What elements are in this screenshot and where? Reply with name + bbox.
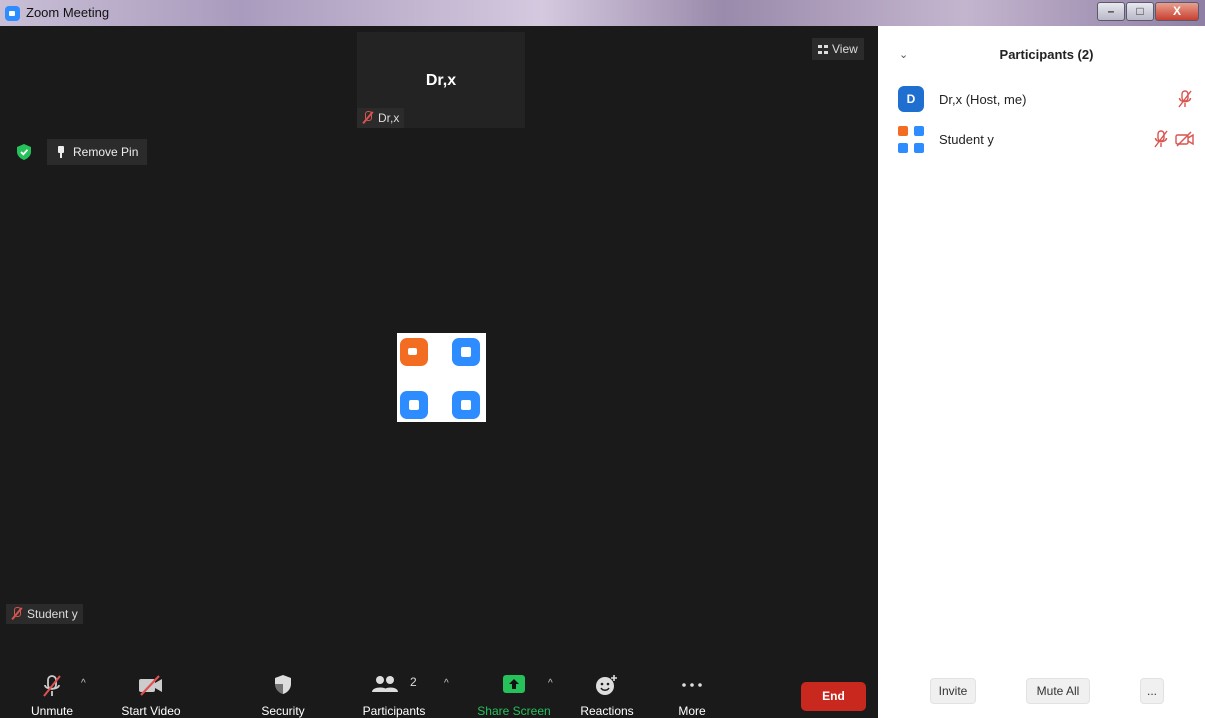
microphone-muted-icon bbox=[43, 675, 61, 697]
security-shield-icon bbox=[275, 675, 291, 694]
participant-name: Dr,x (Host, me) bbox=[939, 92, 1027, 107]
thumbnail-label: Dr,x bbox=[378, 111, 400, 125]
thumbnail-display-name: Dr,x bbox=[425, 72, 457, 89]
mute-all-button[interactable]: Mute All bbox=[1026, 678, 1090, 704]
encryption-shield-icon[interactable] bbox=[17, 144, 31, 160]
maximize-icon: □ bbox=[1136, 4, 1144, 18]
participants-button[interactable]: 2 Participants bbox=[356, 666, 432, 718]
participant-row[interactable]: Student y bbox=[878, 126, 1205, 162]
start-video-label: Start Video bbox=[121, 704, 181, 718]
close-button[interactable]: X bbox=[1155, 2, 1199, 21]
participant-mic-muted-icon[interactable] bbox=[1153, 130, 1169, 148]
pin-icon bbox=[56, 146, 66, 158]
participants-options-chevron-icon[interactable]: ^ bbox=[444, 678, 449, 689]
meeting-toolbar: Unmute ^ Start Video Security 2 Particip… bbox=[0, 666, 878, 718]
security-label: Security bbox=[261, 704, 305, 718]
video-thumbnail-drx[interactable]: Dr,x Dr,x bbox=[357, 32, 525, 128]
mic-muted-icon bbox=[362, 111, 374, 125]
end-meeting-button[interactable]: End bbox=[801, 682, 866, 711]
more-label: More bbox=[678, 704, 706, 718]
remove-pin-label: Remove Pin bbox=[73, 145, 139, 159]
view-button[interactable]: View bbox=[812, 38, 864, 60]
maximize-button[interactable]: □ bbox=[1126, 2, 1154, 21]
schedule-tile bbox=[400, 391, 428, 419]
view-button-label: View bbox=[832, 42, 858, 56]
video-off-icon bbox=[139, 675, 162, 696]
participant-row[interactable]: D Dr,x (Host, me) bbox=[878, 86, 1205, 122]
window-controls: – □ X bbox=[1096, 2, 1199, 21]
share-options-chevron-icon[interactable]: ^ bbox=[548, 678, 553, 689]
thumbnail-name-tag: Dr,x bbox=[357, 108, 405, 128]
participant-mic-muted-icon[interactable] bbox=[1177, 90, 1193, 108]
participant-video-off-icon bbox=[1175, 131, 1194, 147]
pinned-participant-name-tag: Student y bbox=[6, 604, 83, 624]
upload-icon bbox=[461, 400, 471, 410]
pinned-participant-label: Student y bbox=[27, 607, 78, 621]
more-options-button[interactable]: ... bbox=[1140, 678, 1164, 704]
participants-panel-title: Participants (2) bbox=[999, 47, 1094, 62]
gallery-view-icon bbox=[818, 44, 828, 54]
participants-panel: ⌄ Participants (2) D Dr,x (Host, me) Stu… bbox=[878, 26, 1205, 718]
new-meeting-tile bbox=[400, 338, 428, 366]
minimize-button[interactable]: – bbox=[1097, 2, 1125, 21]
join-tile bbox=[452, 338, 480, 366]
mic-muted-icon bbox=[11, 607, 23, 621]
reactions-smiley-icon bbox=[596, 675, 617, 695]
more-dots-icon bbox=[682, 683, 702, 687]
reactions-button[interactable]: Reactions bbox=[573, 666, 641, 718]
remove-pin-button[interactable]: Remove Pin bbox=[47, 139, 148, 165]
share-screen-label: Share Screen bbox=[477, 704, 551, 718]
audio-options-chevron-icon[interactable]: ^ bbox=[81, 678, 86, 689]
avatar: D bbox=[898, 86, 924, 112]
minimize-icon: – bbox=[1107, 4, 1115, 18]
unmute-button[interactable]: Unmute bbox=[22, 666, 82, 718]
more-button[interactable]: More bbox=[662, 666, 722, 718]
zoom-window: Zoom Meeting – □ X Dr,x Dr,x View Remove… bbox=[0, 0, 1205, 718]
share-screen-button[interactable]: Share Screen bbox=[472, 666, 556, 718]
share-screen-tile bbox=[452, 391, 480, 419]
unmute-label: Unmute bbox=[30, 704, 74, 718]
close-icon: X bbox=[1172, 4, 1181, 18]
share-screen-icon bbox=[503, 675, 525, 693]
window-title: Zoom Meeting bbox=[26, 5, 110, 20]
calendar-icon bbox=[409, 400, 419, 410]
title-bar: Zoom Meeting – □ X bbox=[0, 0, 1205, 26]
start-video-button[interactable]: Start Video bbox=[113, 666, 189, 718]
participant-name: Student y bbox=[939, 132, 994, 147]
reactions-label: Reactions bbox=[580, 704, 634, 718]
plus-icon bbox=[461, 347, 471, 357]
meeting-video-area: Dr,x Dr,x View Remove Pin Student y Unmu… bbox=[0, 26, 878, 718]
invite-button[interactable]: Invite bbox=[930, 678, 976, 704]
shared-video-content bbox=[397, 333, 486, 422]
security-button[interactable]: Security bbox=[253, 666, 313, 718]
avatar bbox=[898, 126, 926, 154]
participants-label: Participants bbox=[362, 704, 426, 718]
zoom-logo-icon bbox=[5, 6, 20, 21]
participants-panel-footer: Invite Mute All ... bbox=[878, 668, 1205, 718]
participants-icon bbox=[371, 676, 398, 692]
participants-count: 2 bbox=[410, 675, 417, 689]
